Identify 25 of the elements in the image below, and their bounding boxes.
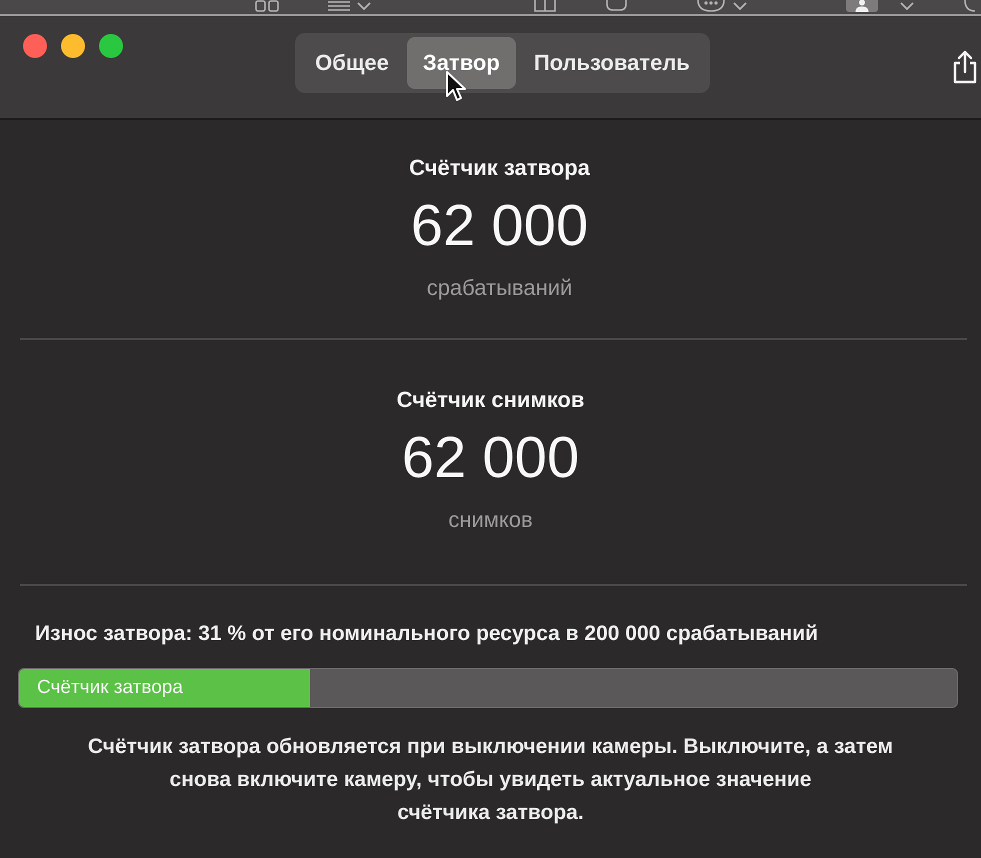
counter-value: 62 000: [410, 194, 588, 258]
zoom-button[interactable]: [99, 34, 123, 58]
progress-label: Счётчик затвора: [37, 677, 183, 699]
tab[interactable]: Пользователь: [518, 37, 706, 89]
chevron-icon[interactable]: [733, 2, 747, 10]
chevron-icon[interactable]: [900, 2, 914, 10]
counter-unit: снимков: [448, 506, 533, 534]
ellipsis-icon[interactable]: [696, 0, 726, 12]
person-icon[interactable]: [846, 0, 878, 12]
info-text: Счётчик затвора обновляется при выключении камеры. Выключите, а затем снова включите камеру, чтобы увидеть актуальное значение счётчика затвора.: [86, 734, 894, 826]
panel-icon[interactable]: [534, 0, 556, 12]
share-icon[interactable]: [952, 50, 978, 84]
counter-title: Счётчик снимков: [396, 386, 584, 414]
counter-value: 62 000: [402, 426, 580, 490]
speech-bubble-icon[interactable]: [604, 0, 628, 12]
counter-title: Счётчик затвора: [409, 154, 590, 182]
minimize-button[interactable]: [61, 34, 85, 58]
close-button[interactable]: [23, 34, 47, 58]
wear-text: Износ затвора: 31 % от его номинального ресурса в 200 000 срабатываний: [35, 621, 818, 647]
tab[interactable]: Затвор: [406, 37, 516, 89]
chevron-icon[interactable]: [357, 2, 371, 10]
counter-unit: срабатываний: [426, 274, 572, 302]
grid-icon[interactable]: [255, 0, 279, 12]
lines-icon[interactable]: [327, 0, 351, 12]
tab[interactable]: Общее: [299, 37, 405, 89]
